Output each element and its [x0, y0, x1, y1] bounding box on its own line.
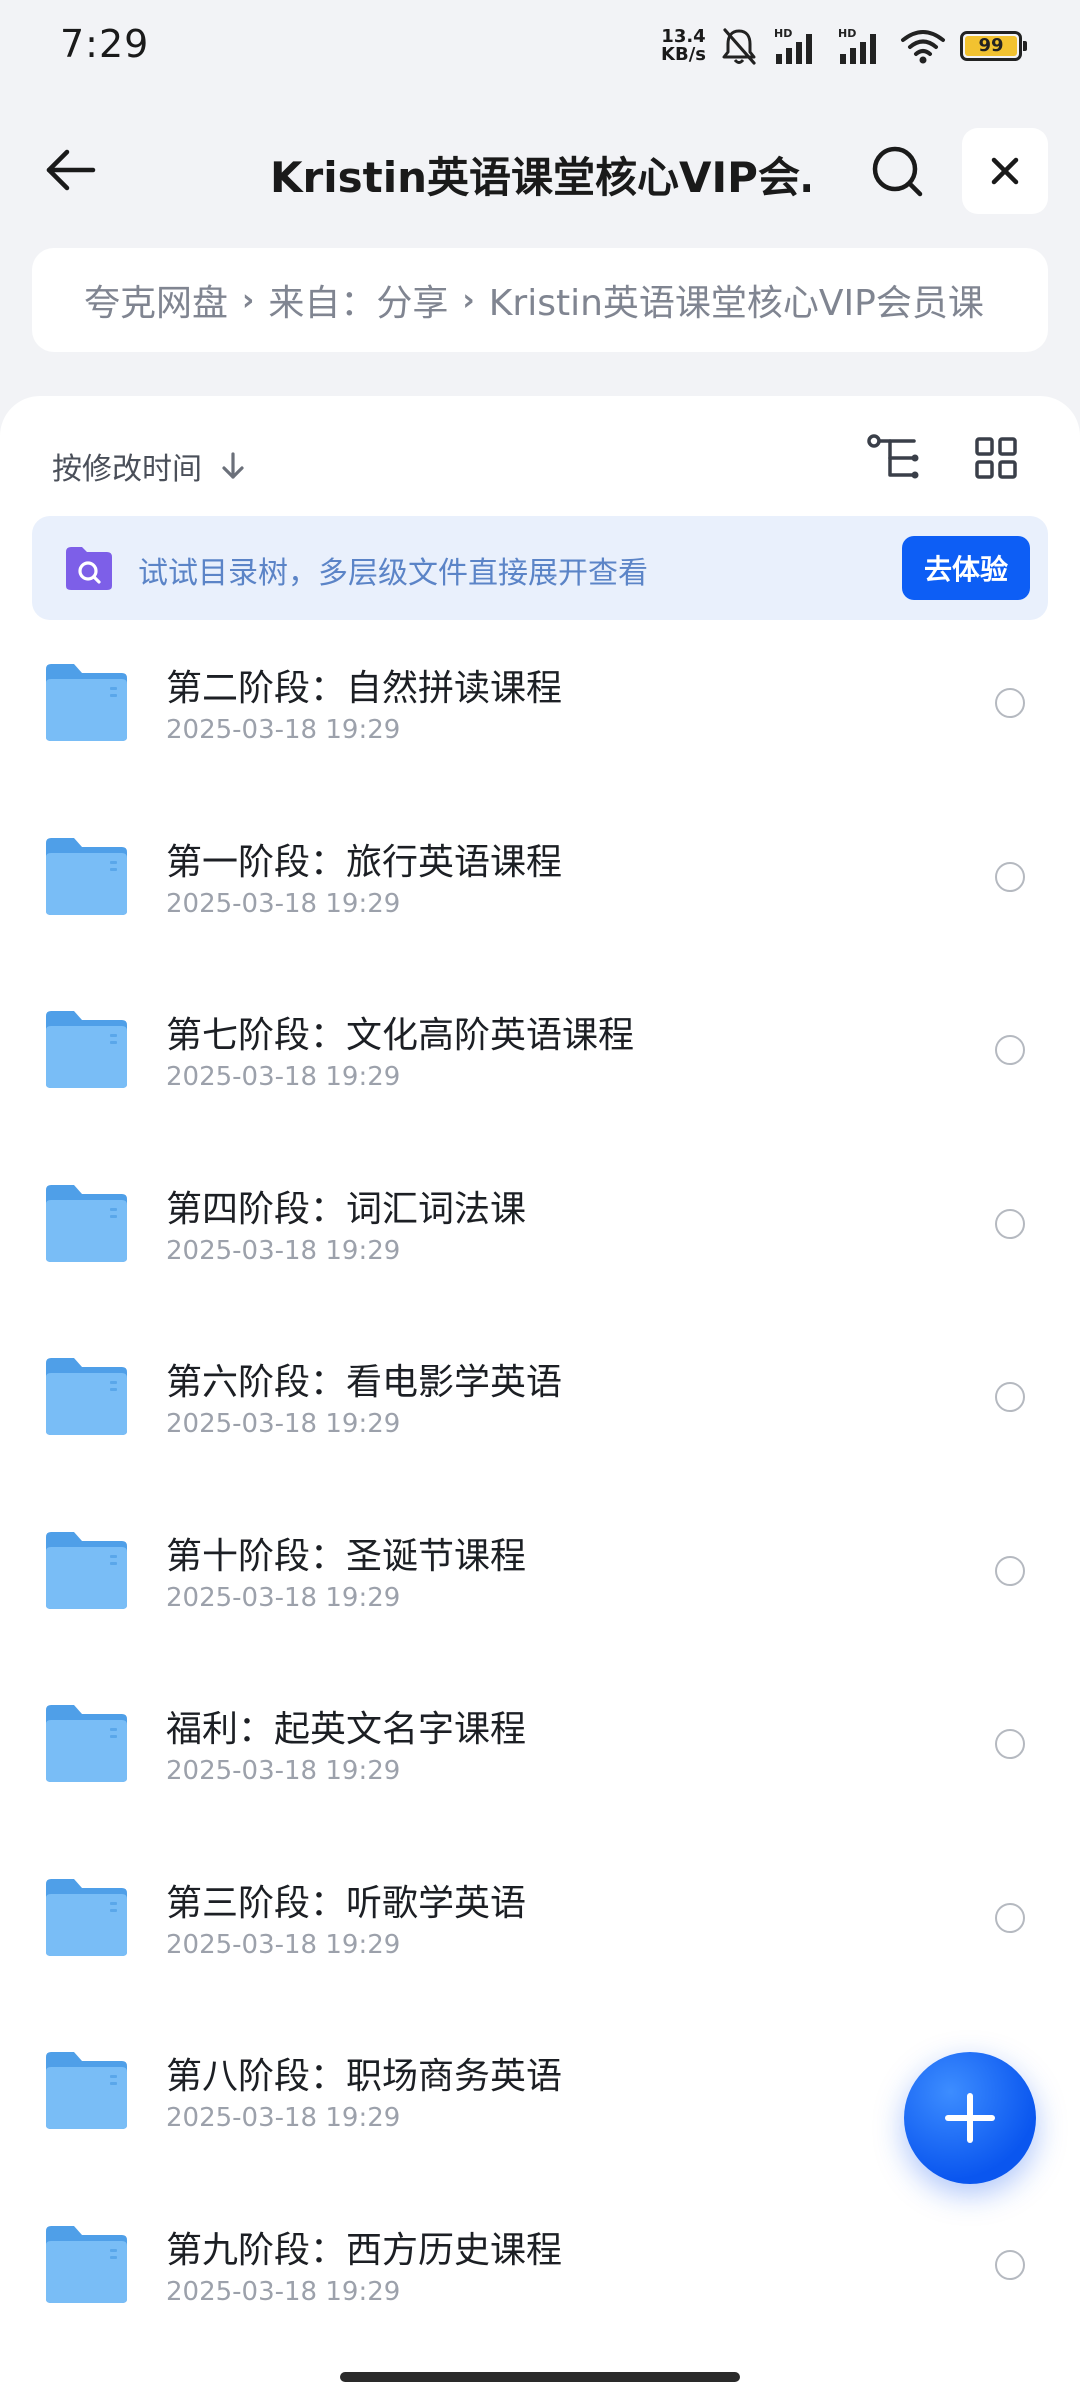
file-date: 2025-03-18 19:29 [166, 2103, 401, 2133]
folder-icon [46, 2052, 127, 2129]
file-name: 第三阶段：听歌学英语 [166, 1882, 527, 1924]
file-date: 2025-03-18 19:29 [166, 1409, 401, 1439]
select-checkbox[interactable] [995, 1208, 1025, 1239]
folder-icon [46, 1878, 127, 1956]
plus-icon [945, 2093, 995, 2143]
add-button[interactable] [904, 2052, 1036, 2184]
file-row[interactable]: 第四阶段：词汇词法课 2025-03-18 19:29 [0, 1157, 1080, 1331]
page-title: Kristin英语课堂核心VIP会… [270, 153, 810, 202]
sort-control[interactable]: 按修改时间 [52, 436, 246, 496]
network-speed: 13.4 KB/s [661, 28, 706, 64]
close-icon [991, 157, 1019, 185]
breadcrumb-item-home[interactable]: 夸克网盘 [84, 274, 228, 326]
select-checkbox[interactable] [995, 1729, 1025, 1759]
back-button[interactable] [38, 140, 104, 200]
folder-icon [46, 2225, 127, 2303]
file-name: 第七阶段：文化高阶英语课程 [166, 1015, 635, 1056]
breadcrumb-separator: › [242, 282, 255, 318]
breadcrumb-item-current: Kristin英语课堂核心VIP会员课 [488, 283, 984, 324]
signal-hd-icon: HD [774, 27, 812, 64]
select-checkbox[interactable] [995, 688, 1025, 718]
select-checkbox[interactable] [995, 1555, 1025, 1586]
folder-icon [46, 1011, 127, 1088]
banner-text: 试试目录树，多层级文件直接展开查看 [138, 556, 648, 591]
select-checkbox[interactable] [995, 2249, 1025, 2280]
close-button[interactable] [962, 128, 1048, 214]
folder-icon [46, 1358, 127, 1435]
file-name: 第八阶段：职场商务英语 [166, 2056, 563, 2097]
tree-view-icon [867, 434, 919, 479]
arrow-down-icon [222, 452, 244, 479]
file-date: 2025-03-18 19:29 [166, 1929, 401, 1960]
folder-search-icon [66, 547, 112, 590]
file-date: 2025-03-18 19:29 [166, 1756, 401, 1786]
select-checkbox[interactable] [995, 1382, 1025, 1412]
file-date: 2025-03-18 19:29 [166, 715, 401, 745]
header: Kristin英语课堂核心VIP会… [0, 120, 1080, 220]
network-speed-unit: KB/s [661, 44, 706, 65]
file-row[interactable]: 第九阶段：西方历史课程 2025-03-18 19:29 [0, 2198, 1080, 2372]
file-name: 第十阶段：圣诞节课程 [166, 1535, 527, 1577]
file-row[interactable]: 第一阶段：旅行英语课程 2025-03-18 19:29 [0, 810, 1080, 984]
directory-tree-banner: 试试目录树，多层级文件直接展开查看 去体验 [32, 516, 1048, 620]
search-icon [872, 146, 923, 197]
status-bar: 7:29 13.4 KB/s HD HD 99 [0, 0, 1080, 90]
folder-icon [46, 1531, 127, 1609]
signal-hd-icon: HD [838, 27, 876, 64]
tree-view-button[interactable] [862, 426, 926, 490]
select-checkbox[interactable] [995, 1035, 1025, 1065]
search-button[interactable] [864, 138, 930, 204]
file-date: 2025-03-18 19:29 [166, 1235, 401, 1266]
grid-view-button[interactable] [964, 426, 1028, 490]
file-date: 2025-03-18 19:29 [166, 1582, 401, 1613]
file-date: 2025-03-18 19:29 [166, 888, 401, 919]
file-row[interactable]: 第二阶段：自然拼读课程 2025-03-18 19:29 [0, 636, 1080, 810]
file-name: 第二阶段：自然拼读课程 [166, 668, 563, 709]
screen: 7:29 13.4 KB/s HD HD 99 Kristin英语课堂核心VIP… [0, 0, 1080, 2400]
battery-level: 99 [965, 36, 1017, 56]
file-row[interactable]: 第十阶段：圣诞节课程 2025-03-18 19:29 [0, 1504, 1080, 1678]
select-checkbox[interactable] [995, 1902, 1025, 1933]
file-row[interactable]: 第七阶段：文化高阶英语课程 2025-03-18 19:29 [0, 983, 1080, 1157]
file-row[interactable]: 第三阶段：听歌学英语 2025-03-18 19:29 [0, 1851, 1080, 2025]
mute-bell-icon [722, 28, 756, 65]
wifi-icon [901, 30, 945, 64]
grid-view-icon [975, 437, 1017, 479]
file-name: 福利：起英文名字课程 [166, 1709, 527, 1750]
file-name: 第六阶段：看电影学英语 [166, 1362, 563, 1403]
file-date: 2025-03-18 19:29 [166, 2276, 401, 2307]
try-it-button[interactable]: 去体验 [902, 536, 1030, 600]
file-row[interactable]: 福利：起英文名字课程 2025-03-18 19:29 [0, 1677, 1080, 1851]
breadcrumb-item-share[interactable]: 来自：分享 [268, 274, 448, 326]
home-indicator[interactable] [340, 2372, 740, 2382]
back-arrow-icon [46, 149, 96, 191]
file-row[interactable]: 第六阶段：看电影学英语 2025-03-18 19:29 [0, 1330, 1080, 1504]
sort-label: 按修改时间 [52, 452, 202, 487]
breadcrumb-separator: › [462, 282, 475, 318]
status-icons: 13.4 KB/s HD HD 99 [661, 24, 1027, 68]
svg-text:HD: HD [774, 27, 792, 40]
battery-icon: 99 [960, 31, 1027, 61]
folder-icon [46, 1184, 127, 1262]
file-name: 第九阶段：西方历史课程 [166, 2229, 563, 2271]
select-checkbox[interactable] [995, 861, 1025, 892]
folder-icon [46, 837, 127, 915]
file-date: 2025-03-18 19:29 [166, 1062, 401, 1092]
breadcrumb: 夸克网盘 › 来自：分享 › Kristin英语课堂核心VIP会员课 [32, 248, 1048, 352]
file-name: 第四阶段：词汇词法课 [166, 1188, 527, 1230]
svg-text:HD: HD [838, 27, 856, 40]
folder-icon [46, 1705, 127, 1782]
status-time: 7:29 [60, 22, 150, 66]
file-name: 第一阶段：旅行英语课程 [166, 841, 563, 883]
folder-icon [46, 664, 127, 741]
